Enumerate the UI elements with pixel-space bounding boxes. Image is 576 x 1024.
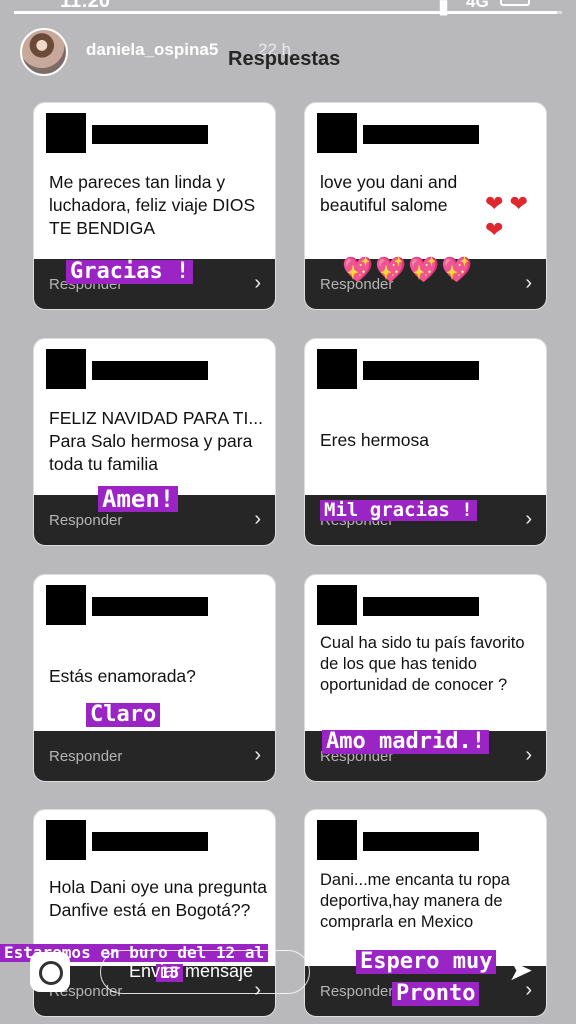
response-text: love you dani and beautiful salome <box>320 172 458 215</box>
story-sticker-text: Gracias ! <box>66 259 194 285</box>
avatar <box>46 113 86 153</box>
avatar <box>317 585 357 625</box>
reply-label: Responder <box>49 748 123 765</box>
chevron-right-icon: › <box>254 508 261 530</box>
page-title: Respuestas <box>228 48 341 70</box>
message-input[interactable]: Enviar mensaje <box>100 950 310 994</box>
heart-emoji: ❤ ❤ ❤ <box>485 191 528 242</box>
sparkling-heart-sticker: 💖💖💖💖 <box>342 256 475 284</box>
avatar <box>46 349 86 389</box>
story-sticker-text: Claro <box>86 702 161 728</box>
redacted-name <box>363 125 479 144</box>
story-progress-bar <box>14 11 562 14</box>
story-sticker-text: Mil gracias ! <box>320 500 477 521</box>
signal-icon: ▮ <box>438 0 450 18</box>
response-text: Eres hermosa <box>320 430 429 450</box>
camera-icon[interactable] <box>30 952 70 992</box>
avatar <box>317 113 357 153</box>
chevron-right-icon: › <box>525 744 532 766</box>
response-text: Dani...me encanta tu ropa deportiva,hay … <box>320 871 510 931</box>
redacted-name <box>92 832 208 851</box>
message-composer: Enviar mensaje ➤ <box>0 940 576 1024</box>
reply-button[interactable]: Responder › <box>34 731 275 781</box>
redacted-name <box>92 125 208 144</box>
avatar <box>46 585 86 625</box>
redacted-name <box>363 361 479 380</box>
response-card: Estás enamorada? Responder › <box>33 574 276 782</box>
story-sticker-text: Amo madrid.! <box>322 729 489 755</box>
send-icon[interactable]: ➤ <box>508 954 542 988</box>
avatar <box>317 349 357 389</box>
chevron-right-icon: › <box>254 272 261 294</box>
username[interactable]: daniela_ospina5 <box>86 40 218 60</box>
avatar <box>46 820 86 860</box>
response-text: Estás enamorada? <box>49 666 196 686</box>
response-text: Me pareces tan linda y luchadora, feliz … <box>49 172 256 238</box>
battery-icon <box>500 0 530 6</box>
avatar[interactable] <box>20 28 68 76</box>
story-progress-fill <box>14 11 557 14</box>
redacted-name <box>92 361 208 380</box>
redacted-name <box>92 597 208 616</box>
chevron-right-icon: › <box>254 744 261 766</box>
avatar <box>317 820 357 860</box>
reply-label: Responder <box>49 512 123 529</box>
response-card: FELIZ NAVIDAD PARA TI... Para Salo hermo… <box>33 338 276 546</box>
redacted-name <box>363 832 479 851</box>
redacted-name <box>363 597 479 616</box>
response-text: FELIZ NAVIDAD PARA TI... Para Salo hermo… <box>49 408 263 474</box>
story-sticker-text: Amen! <box>98 486 179 512</box>
response-text: Cual ha sido tu país favorito de los que… <box>320 634 525 694</box>
chevron-right-icon: › <box>525 272 532 294</box>
chevron-right-icon: › <box>525 508 532 530</box>
response-text: Hola Dani oye una pregunta Danfive está … <box>49 877 267 920</box>
